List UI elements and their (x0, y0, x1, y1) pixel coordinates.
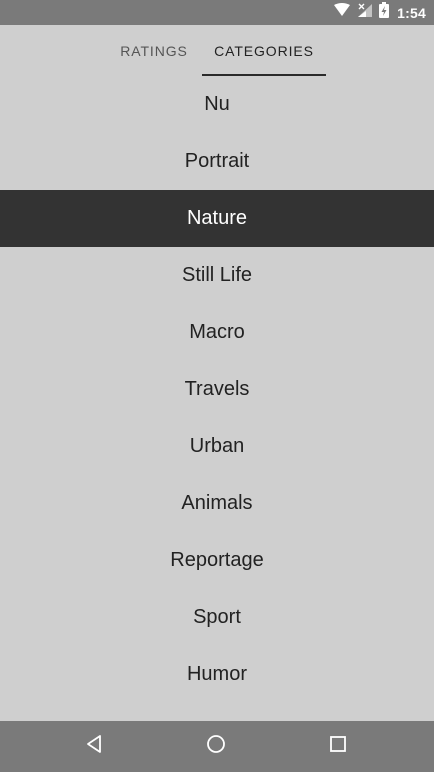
category-item-humor[interactable]: Humor (0, 646, 434, 703)
category-label: Macro (189, 321, 245, 343)
category-label: Humor (186, 663, 247, 685)
wifi-icon (333, 3, 351, 22)
tab-ratings-label: RATINGS (120, 42, 188, 59)
category-item-animals[interactable]: Animals (0, 475, 434, 532)
category-item-sport[interactable]: Sport (0, 589, 434, 646)
home-button[interactable] (186, 721, 246, 772)
category-label: Still Life (181, 264, 253, 286)
category-list: Nu Portrait Nature Still Life Macro Trav… (0, 76, 434, 703)
status-bar: 1:54 (0, 0, 434, 25)
back-icon (85, 734, 105, 759)
tab-ratings[interactable]: RATINGS (108, 25, 200, 76)
category-label: Portrait (184, 150, 250, 172)
category-label: Urban (189, 435, 245, 457)
category-label: Animals (181, 492, 253, 514)
battery-icon (379, 2, 390, 23)
category-item-still-life[interactable]: Still Life (0, 247, 434, 304)
category-item-urban[interactable]: Urban (0, 418, 434, 475)
category-label: Sport (193, 606, 241, 628)
category-item-portrait[interactable]: Portrait (0, 133, 434, 190)
category-label: Nu (204, 93, 230, 115)
category-item-macro[interactable]: Macro (0, 304, 434, 361)
status-icons: 1:54 (333, 0, 426, 25)
category-item-reportage[interactable]: Reportage (0, 532, 434, 589)
category-label: Reportage (170, 549, 264, 571)
tab-bar: RATINGS CATEGORIES (0, 25, 434, 76)
category-item-travels[interactable]: Travels (0, 361, 434, 418)
recents-button[interactable] (308, 721, 368, 772)
tab-categories[interactable]: CATEGORIES (202, 25, 326, 76)
category-item-nature[interactable]: Nature (0, 190, 434, 247)
recents-icon (328, 734, 348, 759)
signal-icon (357, 3, 373, 23)
category-item-nu[interactable]: Nu (0, 76, 434, 133)
navigation-bar (0, 721, 434, 772)
back-button[interactable] (65, 721, 125, 772)
category-label: Travels (184, 378, 250, 400)
category-label: Nature (186, 207, 248, 229)
home-icon (206, 734, 226, 759)
status-time: 1:54 (397, 4, 426, 21)
tab-categories-label: CATEGORIES (214, 42, 314, 59)
